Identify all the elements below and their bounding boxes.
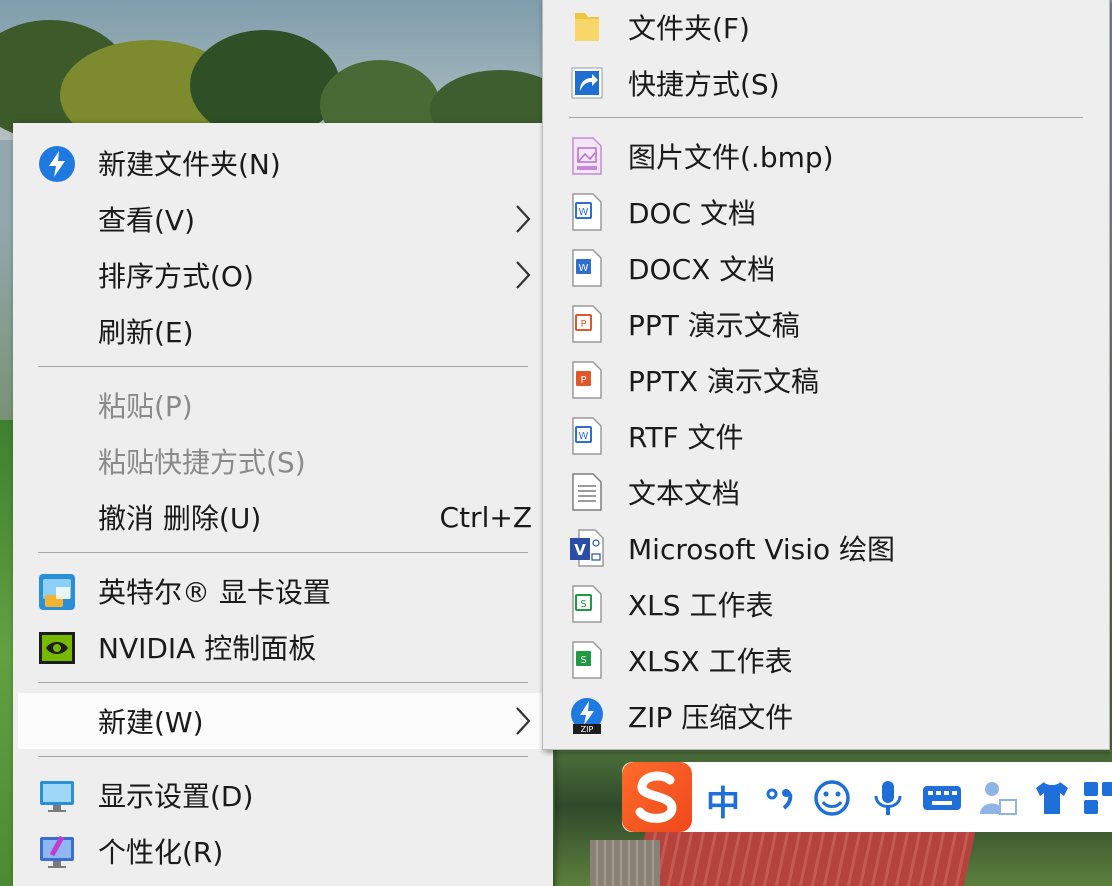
- new-folder-quick-icon: [39, 146, 75, 182]
- submenu-item-doc[interactable]: W DOC 文档: [543, 184, 1109, 240]
- submenu-item-label: Microsoft Visio 绘图: [628, 533, 896, 566]
- submenu-item-label: XLSX 工作表: [628, 645, 793, 678]
- chevron-right-icon: [516, 261, 531, 289]
- grid-menu-icon[interactable]: [1082, 780, 1112, 816]
- submenu-item-folder[interactable]: 文件夹(F): [543, 0, 1109, 55]
- menu-item-label: 排序方式(O): [98, 260, 254, 293]
- menu-item-new-folder[interactable]: 新建文件夹(N): [18, 135, 542, 191]
- svg-text:W: W: [579, 207, 589, 218]
- svg-text:W: W: [579, 431, 589, 442]
- rtf-file-icon: W: [572, 417, 602, 455]
- punctuation-icon[interactable]: [762, 780, 802, 816]
- menu-item-new[interactable]: 新建(W): [18, 693, 542, 749]
- submenu-item-label: DOCX 文档: [628, 253, 776, 286]
- menu-item-nvidia-control-panel[interactable]: NVIDIA 控制面板: [18, 619, 542, 675]
- new-submenu: 文件夹(F) 快捷方式(S) 图片文件(.bmp) W DOC 文档 W DOC…: [542, 0, 1110, 750]
- menu-item-label: 新建文件夹(N): [98, 148, 281, 181]
- svg-text:S: S: [580, 599, 586, 610]
- svg-text:ZIP: ZIP: [581, 725, 594, 734]
- menu-item-paste-shortcut[interactable]: 粘贴快捷方式(S): [18, 433, 542, 489]
- docx-file-icon: W: [572, 249, 602, 287]
- menu-item-label: 英特尔® 显卡设置: [98, 576, 331, 609]
- submenu-item-visio[interactable]: V Microsoft Visio 绘图: [543, 520, 1109, 576]
- submenu-item-docx[interactable]: W DOCX 文档: [543, 240, 1109, 296]
- submenu-item-bmp[interactable]: 图片文件(.bmp): [543, 128, 1109, 184]
- svg-text:V: V: [574, 541, 586, 559]
- menu-separator: [38, 682, 528, 683]
- ime-toolbar: 中: [622, 762, 1112, 832]
- chevron-right-icon: [516, 205, 531, 233]
- svg-text:W: W: [579, 263, 589, 274]
- bmp-file-icon: [572, 137, 602, 175]
- display-settings-icon: [40, 781, 74, 812]
- submenu-item-zip[interactable]: ZIP ZIP 压缩文件: [543, 688, 1109, 744]
- pptx-file-icon: P: [572, 361, 602, 399]
- menu-item-label: 新建(W): [98, 706, 204, 739]
- user-tools-icon[interactable]: [978, 780, 1018, 816]
- menu-item-label: 粘贴快捷方式(S): [98, 446, 306, 479]
- submenu-item-xls[interactable]: S XLS 工作表: [543, 576, 1109, 632]
- doc-file-icon: W: [572, 193, 602, 231]
- submenu-item-label: 文本文档: [628, 477, 741, 510]
- keyboard-icon[interactable]: [922, 780, 962, 816]
- menu-item-personalize[interactable]: 个性化(R): [18, 823, 542, 879]
- submenu-item-label: 快捷方式(S): [628, 68, 780, 101]
- folder-icon: [575, 13, 599, 41]
- menu-item-label: 撤消 删除(U): [98, 502, 262, 535]
- menu-item-label: NVIDIA 控制面板: [98, 632, 317, 665]
- visio-file-icon: V: [570, 529, 604, 567]
- submenu-item-label: ZIP 压缩文件: [628, 701, 794, 734]
- text-file-icon: [572, 473, 602, 511]
- menu-item-intel-graphics[interactable]: 英特尔® 显卡设置: [18, 563, 542, 619]
- submenu-item-label: PPT 演示文稿: [628, 309, 800, 342]
- chevron-right-icon: [516, 707, 531, 735]
- menu-item-sort-by[interactable]: 排序方式(O): [18, 247, 542, 303]
- intel-graphics-icon: [39, 574, 75, 610]
- shortcut-icon: [571, 67, 603, 99]
- menu-item-undo-delete[interactable]: 撤消 删除(U) Ctrl+Z: [18, 489, 542, 545]
- submenu-item-label: 图片文件(.bmp): [628, 141, 834, 174]
- emoji-icon[interactable]: [812, 780, 852, 816]
- menu-item-label: 个性化(R): [98, 836, 224, 869]
- menu-item-label: 显示设置(D): [98, 780, 254, 813]
- submenu-item-text[interactable]: 文本文档: [543, 464, 1109, 520]
- input-mode-toggle[interactable]: 中: [706, 776, 740, 825]
- submenu-item-label: PPTX 演示文稿: [628, 365, 819, 398]
- menu-separator: [38, 366, 528, 367]
- submenu-item-shortcut[interactable]: 快捷方式(S): [543, 55, 1109, 111]
- menu-separator: [38, 552, 528, 553]
- submenu-item-label: 文件夹(F): [628, 12, 750, 45]
- skin-shirt-icon[interactable]: [1032, 780, 1072, 816]
- submenu-item-ppt[interactable]: P PPT 演示文稿: [543, 296, 1109, 352]
- menu-separator: [38, 756, 528, 757]
- personalize-icon: [40, 835, 74, 868]
- menu-separator: [569, 117, 1083, 118]
- menu-item-display-settings[interactable]: 显示设置(D): [18, 767, 542, 823]
- sogou-logo-icon[interactable]: [622, 762, 692, 832]
- xlsx-file-icon: S: [572, 641, 602, 679]
- svg-text:S: S: [580, 655, 586, 666]
- menu-item-label: 查看(V): [98, 204, 196, 237]
- menu-item-view[interactable]: 查看(V): [18, 191, 542, 247]
- submenu-item-xlsx[interactable]: S XLSX 工作表: [543, 632, 1109, 688]
- zip-file-icon: ZIP: [571, 698, 603, 734]
- microphone-icon[interactable]: [868, 780, 908, 816]
- menu-item-label: 粘贴(P): [98, 390, 193, 423]
- nvidia-icon: [39, 632, 75, 664]
- menu-item-refresh[interactable]: 刷新(E): [18, 303, 542, 359]
- svg-text:P: P: [580, 319, 586, 330]
- svg-text:P: P: [580, 375, 586, 386]
- submenu-item-pptx[interactable]: P PPTX 演示文稿: [543, 352, 1109, 408]
- ppt-file-icon: P: [572, 305, 602, 343]
- submenu-item-label: RTF 文件: [628, 421, 744, 454]
- xls-file-icon: S: [572, 585, 602, 623]
- menu-item-paste[interactable]: 粘贴(P): [18, 377, 542, 433]
- submenu-item-rtf[interactable]: W RTF 文件: [543, 408, 1109, 464]
- menu-item-label: 刷新(E): [98, 316, 194, 349]
- submenu-item-label: XLS 工作表: [628, 589, 774, 622]
- shortcut-text: Ctrl+Z: [439, 500, 532, 534]
- submenu-item-label: DOC 文档: [628, 197, 757, 230]
- desktop-context-menu: 新建文件夹(N) 查看(V) 排序方式(O) 刷新(E) 粘贴(P) 粘贴快捷方…: [13, 123, 553, 886]
